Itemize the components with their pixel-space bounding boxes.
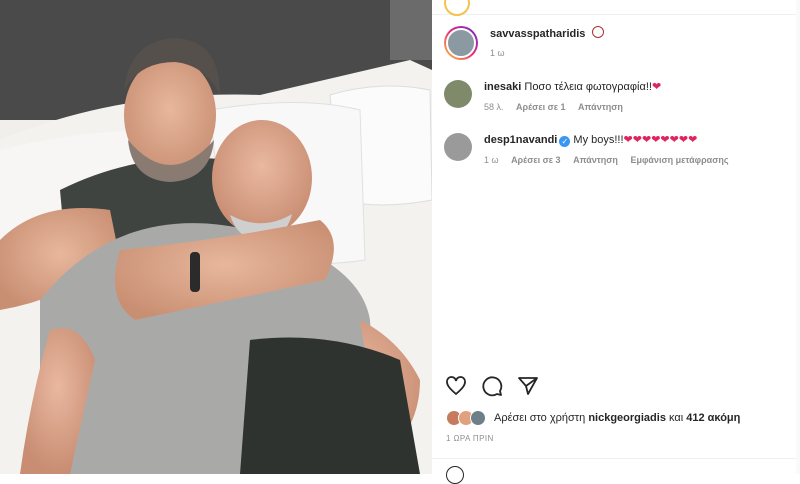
- liker-username[interactable]: nickgeorgiadis: [588, 412, 666, 424]
- commenter-avatar[interactable]: [444, 133, 472, 161]
- reply-button[interactable]: Απάντηση: [578, 102, 623, 112]
- comment-likes[interactable]: Αρέσει σε 3: [511, 155, 561, 165]
- divider: [432, 458, 800, 459]
- comment-text: My boys!!!: [573, 134, 624, 146]
- likes-prefix: Αρέσει στο χρήστη: [494, 412, 586, 424]
- comment-row: inesaki Ποσο τέλεια φωτογραφία!!❤ 58 λ. …: [444, 80, 792, 115]
- action-bar: [444, 374, 540, 398]
- heart-icon[interactable]: [444, 374, 468, 398]
- author-avatar[interactable]: [444, 26, 478, 60]
- verified-icon: ✓: [559, 136, 571, 147]
- likes-more[interactable]: 412 ακόμη: [686, 412, 740, 424]
- top-bar: [432, 0, 800, 16]
- likes-summary[interactable]: Αρέσει στο χρήστη nickgeorgiadis και 412…: [446, 410, 740, 426]
- comment-time: 58 λ.: [484, 102, 504, 112]
- heart-emoji: ❤: [651, 81, 662, 93]
- post-photo[interactable]: Ω: [0, 0, 432, 474]
- comment-icon[interactable]: [480, 374, 504, 398]
- scrollbar[interactable]: [796, 0, 800, 474]
- story-ring: [444, 0, 470, 16]
- post-image: Ω: [0, 0, 432, 474]
- author-time: 1 ω: [490, 48, 505, 58]
- heart-emoji: ❤❤❤❤❤❤❤❤: [623, 134, 698, 146]
- post-timestamp[interactable]: 1 ΩΡΑ ΠΡΙΝ: [446, 434, 494, 443]
- likes-joiner: και: [669, 412, 684, 424]
- share-icon[interactable]: [516, 374, 540, 398]
- comment-username[interactable]: desp1navandi: [484, 134, 557, 146]
- author-badge-icon: [592, 26, 605, 38]
- comment-row: desp1navandi ✓ My boys!!!❤❤❤❤❤❤❤❤ 1 ω Αρέ…: [444, 133, 792, 168]
- liker-avatars: [446, 410, 486, 426]
- commenter-avatar[interactable]: [444, 80, 472, 108]
- comment-text: Ποσο τέλεια φωτογραφία!!: [524, 81, 652, 93]
- comment-likes[interactable]: Αρέσει σε 1: [516, 102, 566, 112]
- reply-button[interactable]: Απάντηση: [573, 155, 618, 165]
- author-row: savvasspatharidis 1 ω: [444, 26, 792, 61]
- comment-username[interactable]: inesaki: [484, 81, 521, 93]
- show-translation-button[interactable]: Εμφάνιση μετάφρασης: [630, 155, 728, 165]
- post-side-panel: savvasspatharidis 1 ω inesaki Ποσο τέλει…: [432, 0, 800, 484]
- author-username[interactable]: savvasspatharidis: [490, 28, 585, 40]
- emoji-icon[interactable]: [446, 466, 464, 484]
- comment-time: 1 ω: [484, 155, 499, 165]
